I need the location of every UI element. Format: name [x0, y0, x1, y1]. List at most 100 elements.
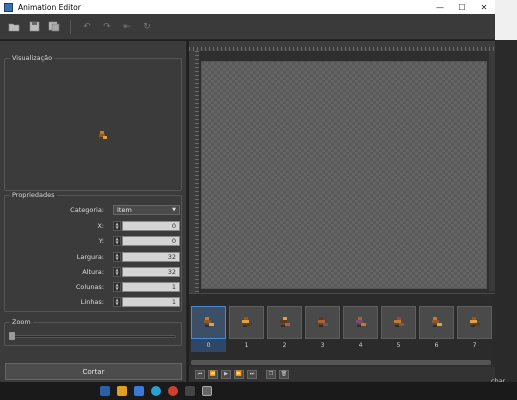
- next-frame-button[interactable]: ⏩: [234, 369, 244, 379]
- cut-button[interactable]: Cortar: [5, 363, 182, 380]
- height-field[interactable]: 32: [122, 267, 180, 277]
- frame-thumbnail: [343, 306, 378, 339]
- save-icon[interactable]: [26, 19, 42, 35]
- height-row: Altura: ▲ ▼ 32: [5, 267, 181, 278]
- frame-thumbnail: [419, 306, 454, 339]
- y-field[interactable]: 0: [122, 236, 180, 246]
- frame-item[interactable]: 3: [305, 306, 340, 352]
- frame-number: 5: [396, 342, 401, 349]
- rows-field[interactable]: 1: [122, 297, 180, 307]
- refresh-icon[interactable]: ↻: [139, 19, 155, 35]
- frame-thumbnail: [457, 306, 492, 339]
- x-field[interactable]: 0: [122, 221, 180, 231]
- category-row: Categoria: Item ▼: [5, 205, 181, 216]
- frame-sprite: [318, 317, 328, 327]
- frame-item[interactable]: 1: [229, 306, 264, 352]
- previous-frame-button[interactable]: ⏪: [208, 369, 218, 379]
- width-label: Largura:: [76, 253, 104, 261]
- y-row: Y: ▲ ▼ 0: [5, 236, 181, 247]
- frame-sprite: [356, 317, 366, 327]
- columns-field[interactable]: 1: [122, 282, 180, 292]
- frame-number: 7: [472, 342, 477, 349]
- frame-number: 6: [434, 342, 439, 349]
- frame-sprite: [394, 317, 404, 327]
- properties-label: Propriedades: [10, 191, 57, 199]
- taskbar-app-icon[interactable]: [168, 386, 178, 396]
- frame-number: 0: [206, 342, 211, 349]
- frame-item[interactable]: 4: [343, 306, 378, 352]
- frame-thumbnail: [229, 306, 264, 339]
- frame-item[interactable]: 5: [381, 306, 416, 352]
- frame-sprite: [204, 317, 214, 327]
- frame-item[interactable]: 2: [267, 306, 302, 352]
- zoom-label: Zoom: [10, 318, 33, 326]
- background-window-titlebar: [495, 0, 517, 40]
- zoom-group: Zoom: [4, 318, 182, 346]
- sprite-canvas[interactable]: [201, 61, 487, 289]
- taskbar-app-icon[interactable]: [185, 386, 195, 396]
- columns-label: Colunas:: [75, 283, 104, 291]
- undo-icon[interactable]: ↶: [79, 19, 95, 35]
- category-label: Categoria:: [70, 206, 104, 214]
- x-stepper[interactable]: ▲ ▼: [113, 221, 121, 231]
- frame-item[interactable]: 7: [457, 306, 492, 352]
- duplicate-frame-button[interactable]: ❐: [266, 369, 276, 379]
- frame-sprite: [470, 317, 480, 327]
- toolbar: ↶ ↷ ⇤ ↻: [0, 14, 495, 40]
- taskbar-app-icon[interactable]: [202, 386, 212, 396]
- frame-number: 1: [244, 342, 249, 349]
- delete-frame-button[interactable]: 🗑: [279, 369, 289, 379]
- visualization-group: Visualização: [4, 54, 182, 191]
- taskbar-app-icon[interactable]: [100, 386, 110, 396]
- height-stepper[interactable]: ▲ ▼: [113, 267, 121, 277]
- preview-area: [7, 67, 179, 188]
- category-value: Item: [117, 206, 132, 214]
- folder-icon[interactable]: [117, 386, 127, 396]
- frame-thumbnail: [267, 306, 302, 339]
- frame-sprite: [280, 317, 290, 327]
- frame-number: 4: [358, 342, 363, 349]
- minimize-button[interactable]: —: [429, 0, 451, 14]
- frame-thumbnail: [381, 306, 416, 339]
- height-label: Altura:: [82, 268, 104, 276]
- sprite-preview: [98, 131, 107, 139]
- columns-row: Colunas: ▲ ▼ 1: [5, 282, 181, 293]
- redo-icon[interactable]: ↷: [99, 19, 115, 35]
- maximize-button[interactable]: ☐: [451, 0, 473, 14]
- y-stepper[interactable]: ▲ ▼: [113, 236, 121, 246]
- zoom-slider[interactable]: [10, 335, 176, 338]
- frame-thumbnail: [191, 306, 226, 339]
- play-button[interactable]: ▶: [221, 369, 231, 379]
- frame-item[interactable]: 0: [191, 306, 226, 352]
- frame-item[interactable]: 6: [419, 306, 454, 352]
- taskbar-app-icon[interactable]: [134, 386, 144, 396]
- open-icon[interactable]: [6, 19, 22, 35]
- rows-label: Linhas:: [80, 298, 104, 306]
- close-button[interactable]: ✕: [473, 0, 495, 14]
- frame-thumbnail: [305, 306, 340, 339]
- x-label: X:: [97, 222, 104, 230]
- y-label: Y:: [98, 237, 104, 245]
- x-row: X: ▲ ▼ 0: [5, 221, 181, 232]
- first-frame-button[interactable]: ⏮: [195, 369, 205, 379]
- toolbar-separator: [70, 19, 71, 34]
- left-panel: Visualização Propriedades Categoria: Ite…: [0, 41, 187, 382]
- columns-stepper[interactable]: ▲ ▼: [113, 282, 121, 292]
- rows-row: Linhas: ▲ ▼ 1: [5, 297, 181, 308]
- category-select[interactable]: Item ▼: [113, 205, 180, 215]
- save-as-icon[interactable]: [46, 19, 62, 35]
- width-field[interactable]: 32: [122, 252, 180, 262]
- width-row: Largura: ▲ ▼ 32: [5, 252, 181, 263]
- width-stepper[interactable]: ▲ ▼: [113, 252, 121, 262]
- zoom-slider-handle[interactable]: [9, 332, 15, 340]
- rows-stepper[interactable]: ▲ ▼: [113, 297, 121, 307]
- horizontal-ruler: [189, 41, 495, 51]
- playback-controls: ⏮ ⏪ ▶ ⏩ ⏭ ❐ 🗑: [189, 367, 495, 381]
- frame-sprite: [242, 317, 252, 327]
- title-bar: Animation Editor — ☐ ✕: [0, 0, 495, 14]
- horizontal-scrollbar[interactable]: [191, 360, 491, 365]
- flip-icon[interactable]: ⇤: [119, 19, 135, 35]
- properties-group: Propriedades Categoria: Item ▼ X: ▲ ▼ 0 Y…: [4, 191, 182, 312]
- last-frame-button[interactable]: ⏭: [247, 369, 257, 379]
- browser-icon[interactable]: [151, 386, 161, 396]
